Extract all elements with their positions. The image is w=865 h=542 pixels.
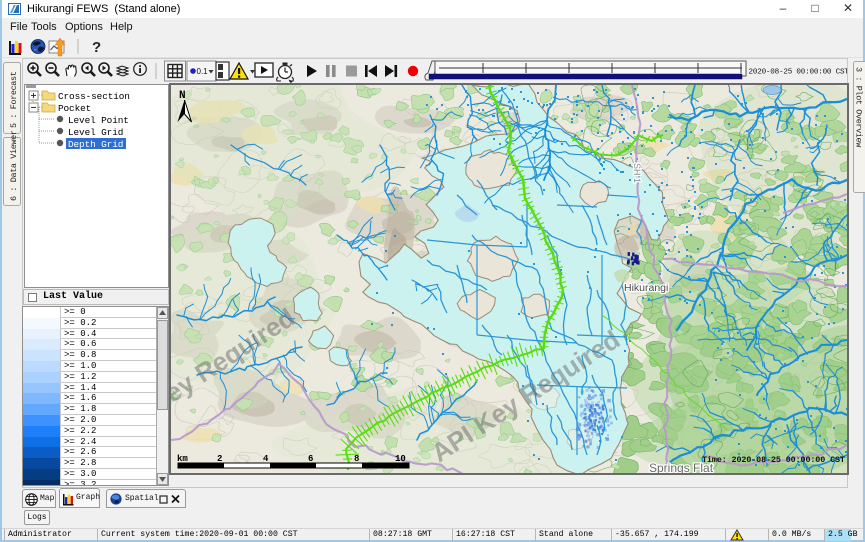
svg-text:Level Point: Level Point [68, 115, 129, 126]
svg-text:Cross-section: Cross-section [58, 91, 130, 102]
svg-text:5 : Forecast: 5 : Forecast [9, 71, 19, 128]
svg-text:3 : Plot Overview: 3 : Plot Overview [854, 67, 864, 148]
svg-text:SH 1: SH 1 [632, 163, 642, 183]
svg-text:6 : Data Viewer: 6 : Data Viewer [9, 130, 19, 201]
svg-text:Depth Grid: Depth Grid [68, 139, 123, 150]
svg-text:Pocket: Pocket [58, 103, 91, 114]
svg-text:0.1: 0.1 [197, 67, 209, 76]
svg-text:Time: 2020-08-25 00:00:00 CST: Time: 2020-08-25 00:00:00 CST [702, 455, 845, 465]
svg-text:?: ? [92, 39, 101, 56]
svg-text:Hikurangi: Hikurangi [624, 282, 668, 294]
svg-text:Level Grid: Level Grid [68, 127, 123, 138]
svg-text:2020-08-25 00:00:00 CST: 2020-08-25 00:00:00 CST [749, 69, 848, 77]
